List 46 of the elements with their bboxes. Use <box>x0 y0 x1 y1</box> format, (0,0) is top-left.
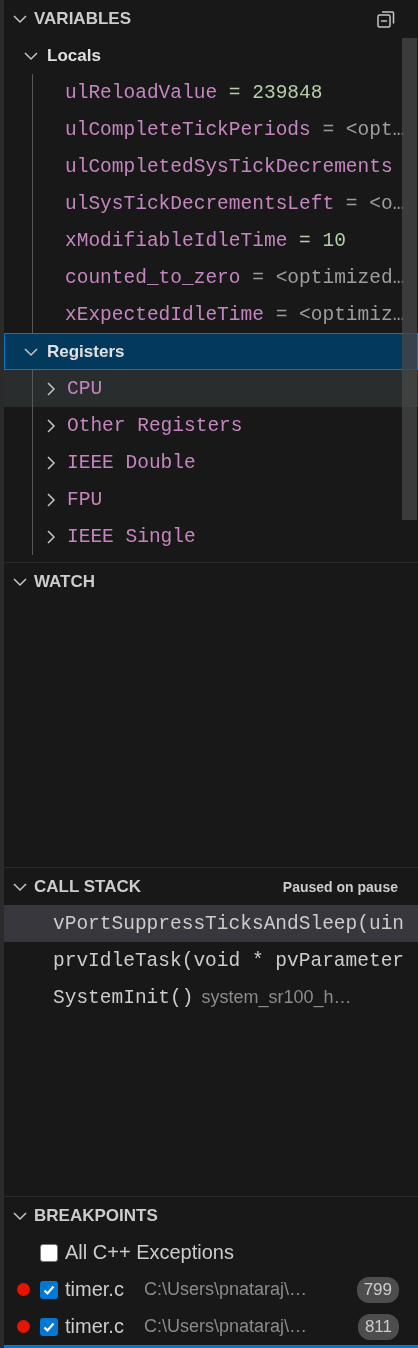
section-title[interactable]: BREAKPOINTS <box>34 1205 158 1226</box>
variable-value: = 10 <box>298 229 346 252</box>
section-title[interactable]: WATCH <box>34 571 96 592</box>
register-group[interactable]: IEEE Single <box>4 518 418 555</box>
breakpoint-dot[interactable] <box>17 1283 30 1296</box>
variable-name[interactable]: ulCompletedSysTickDecrements <box>65 155 393 178</box>
scope-item[interactable]: Registers <box>4 333 418 370</box>
line-number: 799 <box>356 1276 399 1303</box>
file-path: C:\Users\pnataraj\… <box>143 1316 307 1337</box>
variable-name[interactable]: ulSysTickDecrementsLeft <box>65 192 335 215</box>
breakpoint-dot[interactable] <box>17 1320 30 1333</box>
section-title[interactable]: CALL STACK <box>34 876 142 897</box>
function-name: SystemInit() <box>53 986 194 1009</box>
register-group[interactable]: FPU <box>4 481 418 518</box>
register-group[interactable]: CPU <box>4 370 418 407</box>
collapse-all-icon[interactable] <box>376 8 396 29</box>
variable-name[interactable]: ulReloadValue <box>65 81 218 104</box>
register-group[interactable]: IEEE Double <box>4 444 418 481</box>
checkbox[interactable] <box>40 1317 58 1336</box>
checkbox[interactable] <box>40 1280 58 1299</box>
variable-value: = <opt… <box>321 118 405 141</box>
file-name: system_sr100_h… <box>201 987 352 1008</box>
function-name: vPortSuppressTicksAndSleep(uin <box>53 912 405 935</box>
checkbox[interactable] <box>40 1243 58 1262</box>
register-group[interactable]: Other Registers <box>4 407 418 444</box>
variable-name[interactable]: ulCompleteTickPeriods <box>65 118 311 141</box>
file-path: C:\Users\pnataraj\… <box>143 1279 307 1300</box>
breakpoint-label: All C++ Exceptions <box>65 1241 234 1264</box>
breakpoint-label: timer.c <box>65 1315 124 1338</box>
section-title[interactable]: VARIABLES <box>34 8 131 29</box>
line-number: 811 <box>357 1313 399 1340</box>
debug-status: Paused on pause <box>282 878 398 895</box>
variable-name[interactable]: xModifiableIdleTime <box>65 229 288 252</box>
stack-frame[interactable]: vPortSuppressTicksAndSleep(uin <box>4 905 418 942</box>
variable-name[interactable]: xExpectedIdleTime <box>65 303 264 326</box>
variable-value: = <o… <box>344 192 405 215</box>
variable-value: = 239848 <box>227 81 323 104</box>
variable-value: = <optimiz… <box>274 303 405 326</box>
breakpoint-label: timer.c <box>65 1278 124 1301</box>
scrollbar[interactable] <box>402 38 417 520</box>
stack-frame[interactable]: SystemInit() system_sr100_h… <box>4 979 418 1016</box>
scope-item[interactable]: Locals <box>4 37 418 74</box>
variable-value: = <optimized… <box>251 266 405 289</box>
variable-name[interactable]: counted_to_zero <box>65 266 241 289</box>
function-name: prvIdleTask(void * pvParameter <box>53 949 405 972</box>
stack-frame[interactable]: prvIdleTask(void * pvParameter <box>4 942 418 979</box>
